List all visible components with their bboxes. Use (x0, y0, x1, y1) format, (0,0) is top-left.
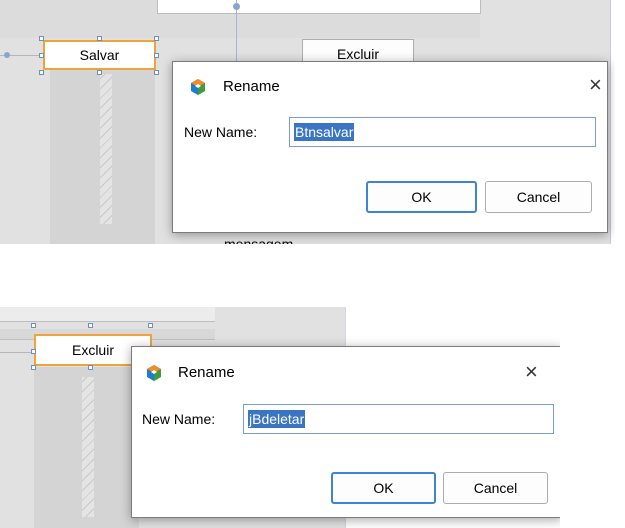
close-icon[interactable]: × (589, 74, 602, 96)
resize-handle[interactable] (97, 70, 102, 75)
cancel-button[interactable]: Cancel (485, 181, 592, 213)
cancel-button[interactable]: Cancel (443, 472, 548, 504)
resize-handle[interactable] (154, 70, 159, 75)
top-screenshot: Salvar Excluir mensagem Rename × New Nam… (0, 0, 615, 244)
rename-dialog: Rename × New Name: jBdeletar OK Cancel (131, 346, 560, 518)
ok-button[interactable]: OK (366, 181, 477, 213)
selected-text: Btnsalvar (294, 123, 355, 141)
new-name-label: New Name: (184, 124, 258, 140)
bottom-screenshot: Excluir Rename × New Name: jBdeletar OK … (0, 307, 560, 528)
new-name-input[interactable]: jBdeletar (243, 404, 554, 434)
canvas-right-border (610, 0, 611, 244)
salvar-button[interactable]: Salvar (43, 40, 156, 70)
resize-handle[interactable] (39, 70, 44, 75)
new-name-label: New Name: (142, 411, 216, 427)
resize-handle[interactable] (88, 323, 93, 328)
resize-handle[interactable] (154, 36, 159, 41)
top-text-field[interactable] (157, 0, 481, 14)
resize-handle[interactable] (148, 323, 153, 328)
resize-handle[interactable] (31, 323, 36, 328)
resize-handle[interactable] (154, 53, 159, 58)
resize-handle[interactable] (88, 365, 93, 370)
dialog-title: Rename (223, 78, 280, 95)
resize-handle[interactable] (39, 36, 44, 41)
resize-handle[interactable] (39, 53, 44, 58)
resize-handle[interactable] (97, 36, 102, 41)
resize-handle[interactable] (31, 365, 36, 370)
dialog-title: Rename (178, 364, 235, 381)
close-icon[interactable]: × (525, 361, 538, 383)
resize-zigzag (82, 377, 94, 517)
netbeans-logo-icon (147, 365, 161, 381)
resize-handle[interactable] (31, 349, 36, 354)
ok-button[interactable]: OK (331, 472, 436, 504)
resize-zigzag (100, 74, 112, 224)
top-field-strip (0, 307, 215, 322)
netbeans-logo-icon (191, 79, 205, 95)
excluir-button-label: Excluir (336, 46, 379, 62)
new-name-input[interactable]: Btnsalvar (289, 117, 596, 147)
mensagem-label: mensagem (224, 236, 294, 244)
rename-dialog: Rename × New Name: Btnsalvar OK Cancel (172, 61, 608, 233)
row-line (0, 352, 35, 353)
salvar-button-label: Salvar (79, 47, 120, 63)
excluir-selected-label: Excluir (71, 342, 114, 358)
guide-dot (233, 3, 240, 10)
selected-text: jBdeletar (248, 410, 306, 428)
anchor-dot (4, 52, 10, 58)
